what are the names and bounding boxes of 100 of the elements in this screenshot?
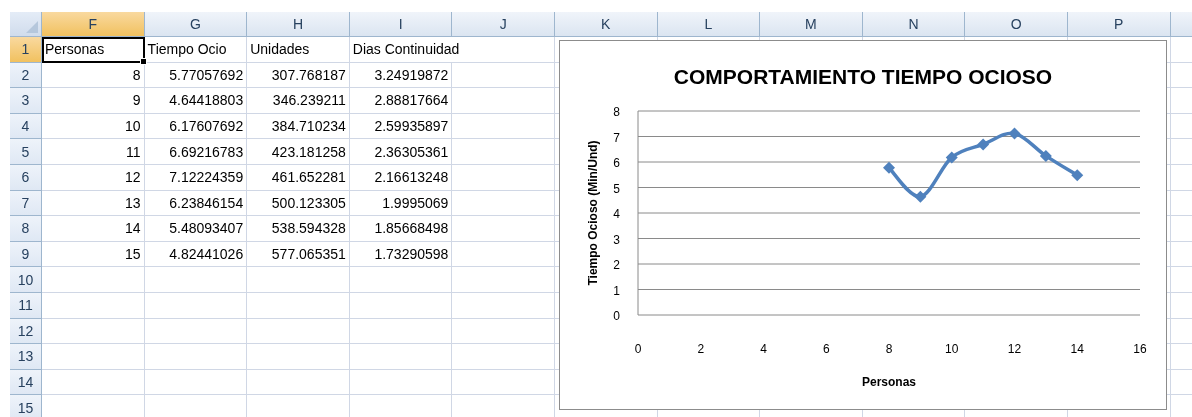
column-header[interactable]: F [42, 12, 145, 37]
column-header[interactable]: L [657, 12, 761, 37]
column-header[interactable]: I [349, 12, 453, 37]
row-header[interactable]: 14 [10, 369, 42, 396]
table-cell[interactable]: 4.82441026 [144, 241, 248, 268]
table-cell[interactable] [144, 344, 248, 370]
table-cell[interactable] [452, 113, 555, 140]
row-header[interactable]: 13 [10, 344, 42, 370]
table-cell[interactable] [349, 369, 453, 396]
row-header[interactable]: 12 [10, 318, 42, 345]
row-header[interactable]: 11 [10, 292, 42, 319]
table-cell[interactable] [452, 369, 555, 396]
table-cell[interactable]: Personas [42, 37, 145, 63]
table-cell[interactable] [247, 369, 350, 396]
column-header[interactable]: G [144, 12, 248, 37]
column-header[interactable]: J [452, 12, 555, 37]
table-cell[interactable]: Tiempo Ocio [144, 37, 248, 63]
table-cell[interactable] [144, 369, 248, 396]
table-cell[interactable]: 2.88817664 [349, 88, 453, 114]
table-cell[interactable]: 10 [42, 113, 145, 140]
table-cell[interactable] [452, 62, 555, 89]
column-header[interactable]: M [760, 12, 863, 37]
table-cell[interactable]: 500.123305 [247, 190, 350, 217]
table-cell[interactable]: 307.768187 [247, 62, 350, 89]
table-cell[interactable]: 2.59935897 [349, 113, 453, 140]
table-cell[interactable] [452, 164, 555, 191]
table-cell[interactable]: 9 [42, 88, 145, 114]
table-cell[interactable] [144, 318, 248, 345]
table-cell[interactable]: 384.710234 [247, 113, 350, 140]
table-cell[interactable]: 6.23846154 [144, 190, 248, 217]
table-cell[interactable] [349, 318, 453, 345]
row-header[interactable]: 15 [10, 395, 42, 417]
table-cell[interactable]: 5.77057692 [144, 62, 248, 89]
table-cell[interactable] [452, 216, 555, 242]
x-tick-label: 10 [945, 342, 959, 356]
table-cell[interactable]: 538.594328 [247, 216, 350, 242]
table-cell[interactable]: 1.73290598 [349, 241, 453, 268]
column-header[interactable]: O [965, 12, 1068, 37]
table-cell[interactable] [452, 344, 555, 370]
table-cell[interactable] [247, 292, 350, 319]
table-cell[interactable]: 2.16613248 [349, 164, 453, 191]
row-header[interactable]: 8 [10, 216, 42, 242]
table-cell[interactable] [452, 267, 555, 293]
table-cell[interactable]: 12 [42, 164, 145, 191]
row-header[interactable]: 2 [10, 62, 42, 89]
table-cell[interactable] [452, 241, 555, 268]
table-cell[interactable]: 15 [42, 241, 145, 268]
table-cell[interactable]: 13 [42, 190, 145, 217]
table-cell[interactable] [452, 292, 555, 319]
table-cell[interactable] [452, 88, 555, 114]
table-cell[interactable]: 461.652281 [247, 164, 350, 191]
row-header[interactable]: 6 [10, 164, 42, 191]
row-header[interactable]: 4 [10, 113, 42, 140]
table-cell[interactable]: 7.12224359 [144, 164, 248, 191]
table-cell[interactable] [247, 318, 350, 345]
row-header[interactable]: 5 [10, 139, 42, 165]
table-cell[interactable]: 5.48093407 [144, 216, 248, 242]
table-cell[interactable] [247, 267, 350, 293]
table-cell[interactable]: 6.69216783 [144, 139, 248, 165]
table-cell[interactable]: 4.64418803 [144, 88, 248, 114]
table-cell[interactable] [42, 292, 145, 319]
table-cell[interactable] [349, 344, 453, 370]
table-cell[interactable]: 3.24919872 [349, 62, 453, 89]
y-axis-title: Tiempo Ocioso (Min/Und) [586, 140, 600, 286]
table-cell[interactable]: 1.85668498 [349, 216, 453, 242]
table-cell[interactable] [247, 344, 350, 370]
table-cell[interactable] [349, 292, 453, 319]
column-header[interactable]: K [554, 12, 658, 37]
table-cell[interactable]: Unidades [247, 37, 350, 63]
select-all-button[interactable] [10, 12, 42, 37]
table-cell[interactable]: 14 [42, 216, 145, 242]
row-header[interactable]: 3 [10, 88, 42, 114]
table-cell[interactable] [452, 190, 555, 217]
table-cell[interactable]: 577.065351 [247, 241, 350, 268]
column-header[interactable]: P [1067, 12, 1171, 37]
table-cell[interactable]: 11 [42, 139, 145, 165]
table-cell[interactable]: 2.36305361 [349, 139, 453, 165]
x-tick-label: 6 [822, 342, 830, 356]
column-header[interactable]: N [862, 12, 966, 37]
table-cell[interactable] [144, 267, 248, 293]
table-cell[interactable] [42, 369, 145, 396]
column-header[interactable]: H [247, 12, 350, 37]
table-cell[interactable]: 1.9995069 [349, 190, 453, 217]
table-cell[interactable]: 6.17607692 [144, 113, 248, 140]
table-cell[interactable]: Dias Continuidad [349, 37, 555, 63]
table-cell[interactable] [42, 344, 145, 370]
table-cell[interactable] [42, 267, 145, 293]
row-header[interactable]: 9 [10, 241, 42, 268]
table-cell[interactable] [349, 267, 453, 293]
table-cell[interactable] [452, 139, 555, 165]
data-point [1071, 169, 1084, 182]
table-cell[interactable]: 423.181258 [247, 139, 350, 165]
table-cell[interactable] [452, 318, 555, 345]
table-cell[interactable] [42, 318, 145, 345]
table-cell[interactable]: 8 [42, 62, 145, 89]
table-cell[interactable]: 346.239211 [247, 88, 350, 114]
row-header[interactable]: 1 [10, 37, 42, 63]
row-header[interactable]: 7 [10, 190, 42, 217]
table-cell[interactable] [144, 292, 248, 319]
row-header[interactable]: 10 [10, 267, 42, 293]
